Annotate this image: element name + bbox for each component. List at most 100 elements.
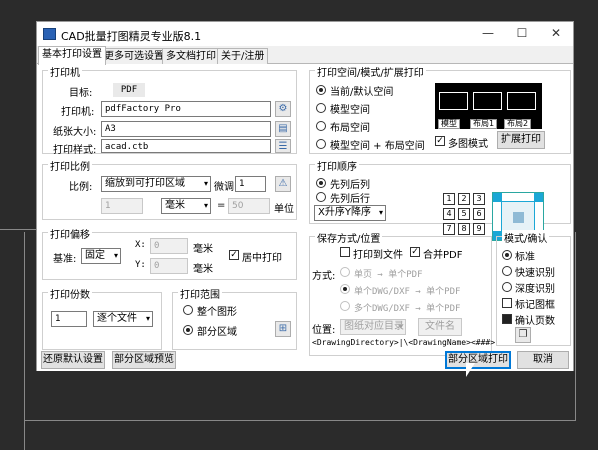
fine-input[interactable]: 1	[235, 176, 266, 192]
area-preview-button[interactable]: 部分区域预览	[112, 351, 176, 369]
style-edit-icon[interactable]: ☰	[275, 139, 291, 153]
range-partial-radio[interactable]	[183, 325, 193, 335]
scale-right-input[interactable]: 50	[228, 198, 270, 214]
printer-settings-icon[interactable]: ⚙	[275, 101, 291, 117]
cad-line	[24, 420, 576, 421]
multi-checkbox[interactable]: ✓	[435, 136, 445, 146]
save-mode-radio[interactable]	[340, 267, 350, 277]
space-current-label: 当前/默认空间	[330, 87, 394, 98]
mode-standard-radio[interactable]	[502, 250, 512, 260]
order-row-radio[interactable]	[316, 192, 326, 202]
mode-deep-label: 深度识别	[515, 284, 555, 295]
close-button[interactable]: ✕	[539, 22, 573, 46]
minimize-button[interactable]: —	[471, 22, 505, 46]
target-label: 目标:	[69, 88, 93, 99]
range-whole-radio[interactable]	[183, 305, 193, 315]
ratio-label: 比例:	[69, 182, 93, 193]
save-mode-radio[interactable]	[340, 284, 350, 294]
paper-preview-icon[interactable]: ▤	[275, 121, 291, 137]
cad-line	[0, 229, 36, 230]
ratio-value: 缩放到可打印区域	[105, 178, 185, 189]
merge-pdf-label: 合并PDF	[423, 250, 463, 261]
space-layout-radio[interactable]	[316, 121, 326, 131]
merge-pdf-checkbox[interactable]: ✓	[410, 247, 420, 257]
sort-value: X升序Y降序	[318, 207, 371, 218]
confirm-pages-checkbox[interactable]	[502, 314, 512, 324]
grid-cell: 9	[473, 223, 485, 235]
mark-frame-label: 标记图框	[515, 300, 555, 311]
ext-print-button[interactable]: 扩展打印	[497, 131, 545, 149]
offset-group: 打印偏移 基准: 固定 ▾ X: 0 毫米 Y: 0 毫米 ✓ 居中打印	[42, 226, 297, 280]
tab-multi-doc[interactable]: 多文档打印	[162, 48, 220, 64]
sort-select[interactable]: X升序Y降序 ▾	[314, 205, 386, 221]
equals-sign: =	[217, 200, 226, 211]
space-both-label: 模型空间 + 布局空间	[330, 141, 425, 152]
scale-tool-icon[interactable]: ⚠	[275, 176, 291, 192]
order-col-label: 先列后列	[330, 180, 370, 191]
style-select[interactable]: acad.ctb	[101, 139, 271, 153]
target-value: PDF	[113, 83, 145, 97]
space-current-radio[interactable]	[316, 85, 326, 95]
copies-group: 打印份数 1 逐个文件 ▾	[42, 286, 162, 350]
grid-cell: 8	[458, 223, 470, 235]
y-input[interactable]: 0	[150, 258, 188, 274]
order-col-radio[interactable]	[316, 178, 326, 188]
space-layout-label: 布局空间	[330, 123, 370, 134]
chevron-down-icon: ▾	[203, 201, 208, 210]
base-value: 固定	[85, 250, 105, 261]
scale-group: 打印比例 比例: 缩放到可打印区域 ▾ 微调 1 ⚠ 1 毫米 ▾ = 50 单位	[42, 158, 297, 220]
copies-mode-select[interactable]: 逐个文件 ▾	[93, 311, 153, 327]
order-row-label: 先列后行	[330, 194, 370, 205]
copies-input[interactable]: 1	[51, 311, 87, 327]
save-mode-label: 单页 → 单个PDF	[354, 270, 423, 280]
mouse-cursor-icon	[466, 363, 475, 377]
area-print-button[interactable]: 部分区域打印	[445, 351, 511, 369]
copies-mode-value: 逐个文件	[97, 313, 137, 324]
tab-more[interactable]: 更多可选设置	[100, 48, 168, 64]
maximize-button[interactable]: ☐	[505, 22, 539, 46]
space-model-radio[interactable]	[316, 103, 326, 113]
printer-group: 打印机 目标: PDF 打印机: pdfFactory Pro ⚙ 纸张大小: …	[42, 64, 297, 156]
space-model-label: 模型空间	[330, 105, 370, 116]
app-window: CAD批量打图精灵专业版8.1 — ☐ ✕ 基本打印设置 更多可选设置 多文档打…	[36, 21, 574, 371]
chevron-down-icon: ▾	[145, 314, 150, 323]
restore-default-button[interactable]: 还原默认设置	[41, 351, 105, 369]
location-select[interactable]: 图纸对应目录 ▾	[340, 319, 406, 335]
unit-value: 毫米	[165, 200, 185, 211]
order-group-title: 打印顺序	[315, 158, 359, 173]
save-mode-radio[interactable]	[340, 301, 350, 311]
preview-frame	[507, 92, 536, 110]
x-input[interactable]: 0	[150, 238, 188, 254]
print-to-file-checkbox[interactable]	[340, 247, 350, 257]
tab-basic[interactable]: 基本打印设置	[38, 46, 106, 65]
y-label: Y:	[135, 260, 146, 270]
x-unit: 毫米	[193, 244, 213, 255]
copy-icon[interactable]: ❐	[515, 327, 531, 343]
space-both-radio[interactable]	[316, 139, 326, 149]
scale-left-input[interactable]: 1	[101, 198, 143, 214]
chevron-down-icon: ▾	[203, 179, 208, 188]
save-group: 保存方式/位置 打印到文件 ✓ 合并PDF 方式: 单页 → 单个PDF 单个D…	[309, 230, 495, 356]
space-group-title: 打印空间/模式/扩展打印	[315, 64, 426, 79]
paper-select[interactable]: A3	[101, 121, 271, 137]
location-value: 图纸对应目录	[344, 321, 404, 332]
chevron-down-icon: ▾	[113, 251, 118, 260]
printer-select[interactable]: pdfFactory Pro	[101, 101, 271, 117]
filename-button[interactable]: 文件名	[418, 318, 462, 336]
base-select[interactable]: 固定 ▾	[81, 248, 121, 264]
cancel-button[interactable]: 取消	[517, 351, 569, 369]
preview-tab-model: 模型	[438, 119, 460, 129]
range-group-title: 打印范围	[178, 286, 222, 301]
tab-about[interactable]: 关于/注册	[217, 48, 269, 64]
mode-deep-radio[interactable]	[502, 282, 512, 292]
tab-content: 打印机 目标: PDF 打印机: pdfFactory Pro ⚙ 纸张大小: …	[37, 64, 573, 371]
cad-line	[575, 232, 576, 420]
mark-frame-checkbox[interactable]	[502, 298, 512, 308]
range-whole-label: 整个图形	[197, 307, 237, 318]
center-checkbox[interactable]: ✓	[229, 250, 239, 260]
pick-area-icon[interactable]: ⊞	[275, 321, 291, 337]
grid-cell: 4	[443, 208, 455, 220]
unit-select[interactable]: 毫米 ▾	[161, 198, 211, 214]
mode-quick-radio[interactable]	[502, 266, 512, 276]
ratio-select[interactable]: 缩放到可打印区域 ▾	[101, 176, 211, 192]
